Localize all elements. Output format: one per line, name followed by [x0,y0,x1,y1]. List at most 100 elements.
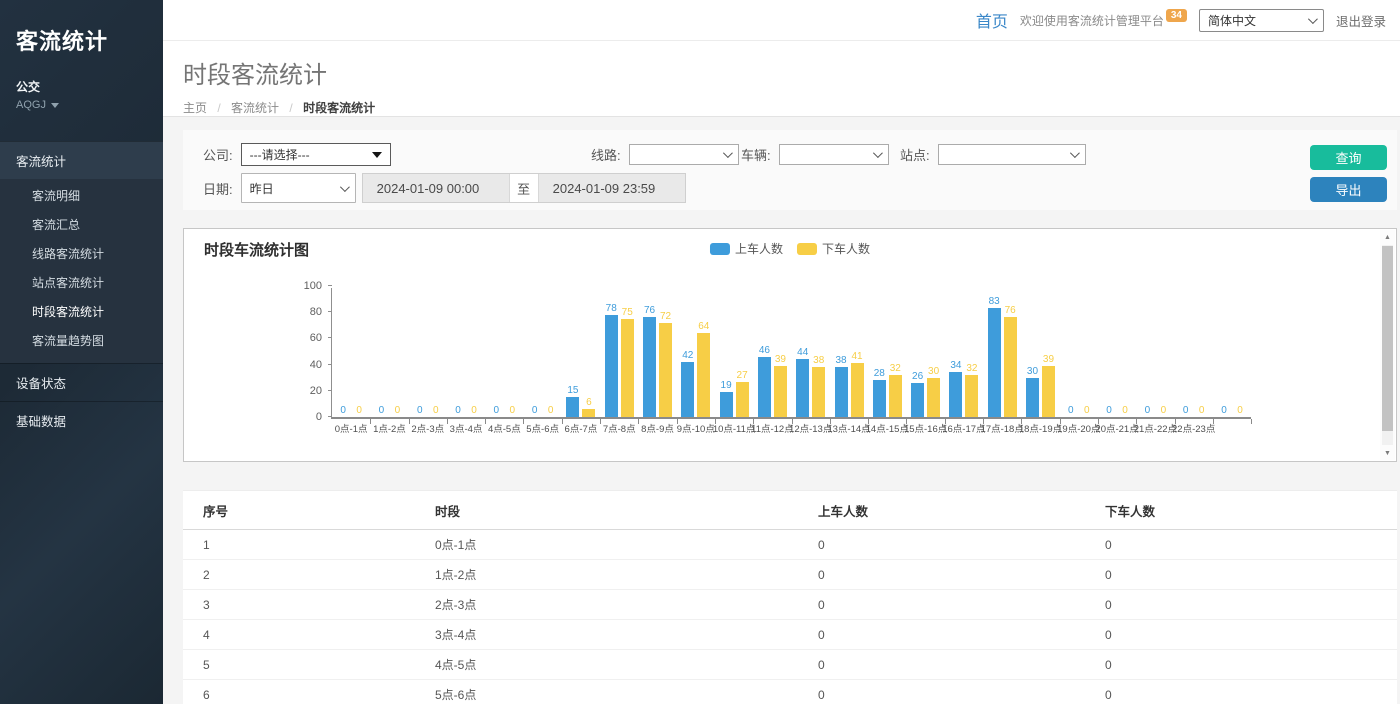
bar-alighting[interactable] [927,378,940,417]
bar-alighting[interactable] [851,363,864,417]
bar-wrap: 0 [353,405,366,417]
bar-alighting[interactable] [1042,366,1055,417]
filter-panel: 公司: ---请选择--- 线路: 车辆: [183,130,1397,210]
bar-value-label: 78 [606,303,617,314]
bar-wrap: 0 [1195,405,1208,417]
sidebar-item-时段客流统计[interactable]: 时段客流统计 [0,297,163,326]
sidebar-section-passenger-stats[interactable]: 客流统计 [0,141,163,179]
bar-boarding[interactable] [643,317,656,417]
legend-item-下车人数[interactable]: 下车人数 [797,240,870,257]
sidebar-section-device-status[interactable]: 设备状态 [0,363,163,401]
scroll-down-icon[interactable]: ▼ [1380,446,1395,460]
x-axis-label: 17点-18点 [981,421,1024,435]
bar-boarding[interactable] [796,359,809,417]
chart-category: 000点-1点 [332,288,370,417]
page-header: 时段客流统计 主页 / 客流统计 / 时段客流统计 [163,41,1400,117]
scrollbar-thumb[interactable] [1382,246,1393,431]
x-axis-label: 20点-21点 [1095,421,1138,435]
notification-badge[interactable]: 34 [1166,9,1187,22]
bar-wrap: 38 [835,355,848,417]
bar-wrap: 6 [582,397,595,417]
bar-value-label: 39 [775,354,786,365]
bar-alighting[interactable] [697,333,710,417]
line-select[interactable] [629,144,739,165]
bar-value-label: 38 [813,355,824,366]
bar-alighting[interactable] [812,367,825,417]
bar-value-label: 0 [1122,405,1128,416]
station-select[interactable] [938,144,1086,165]
bar-pair: 00 [370,288,408,417]
x-axis-label: 1点-2点 [373,421,406,435]
bar-wrap: 0 [1103,405,1116,417]
breadcrumb-passenger-stats[interactable]: 客流统计 [231,101,279,115]
chart-category: 343216点-17点 [945,288,983,417]
bar-alighting[interactable] [889,375,902,417]
station-label: 站点: [900,145,930,164]
bar-boarding[interactable] [911,383,924,417]
sidebar-section-base-data[interactable]: 基础数据 [0,401,163,439]
bar-pair: 2832 [868,288,906,417]
chart-category: 0020点-21点 [1098,288,1136,417]
y-axis-tick-mark [328,285,332,286]
chevron-down-icon [1308,14,1318,24]
bar-wrap: 30 [927,366,940,417]
bar-boarding[interactable] [873,380,886,417]
bar-value-label: 30 [1027,366,1038,377]
bar-boarding[interactable] [681,362,694,417]
bar-value-label: 0 [395,405,401,416]
bar-alighting[interactable] [736,382,749,417]
date-preset-select[interactable]: 昨日 [241,173,356,203]
bar-wrap: 0 [544,405,557,417]
bar-wrap: 39 [774,354,787,417]
page-title: 时段客流统计 [183,55,1400,90]
bar-wrap: 0 [528,405,541,417]
sidebar-item-客流汇总[interactable]: 客流汇总 [0,210,163,239]
legend-label: 上车人数 [735,240,783,257]
bar-boarding[interactable] [988,308,1001,417]
bar-boarding[interactable] [605,315,618,417]
data-table-panel: 序号时段上车人数下车人数 10点-1点0021点-2点0032点-3点0043点… [183,490,1397,704]
sidebar-item-客流明细[interactable]: 客流明细 [0,181,163,210]
bar-wrap: 0 [1119,405,1132,417]
bar-wrap: 76 [643,305,656,417]
bar-alighting[interactable] [659,323,672,417]
bar-alighting[interactable] [621,319,634,417]
org-code-dropdown[interactable]: AQGJ [0,95,163,111]
x-axis-label: 2点-3点 [411,421,444,435]
chart-panel: 时段车流统计图 上车人数下车人数 020406080100000点-1点001点… [183,228,1397,462]
logout-link[interactable]: 退出登录 [1336,11,1386,30]
table-cell: 4 [183,620,415,650]
bar-boarding[interactable] [949,372,962,417]
bar-boarding[interactable] [566,397,579,417]
company-select[interactable]: ---请选择--- [241,143,391,166]
scroll-up-icon[interactable]: ▲ [1380,230,1395,244]
bar-alighting[interactable] [965,375,978,417]
vehicle-select[interactable] [779,144,889,165]
bar-alighting[interactable] [582,409,595,417]
start-datetime-input[interactable]: 2024-01-09 00:00 [363,174,509,202]
export-button[interactable]: 导出 [1310,177,1387,202]
chart-scrollbar[interactable]: ▲ ▼ [1380,230,1395,460]
x-axis-label: 5点-6点 [526,421,559,435]
table-cell: 5 [183,650,415,680]
bar-boarding[interactable] [720,392,733,417]
bar-alighting[interactable] [774,366,787,417]
table-cell: 1点-2点 [415,560,798,590]
home-link[interactable]: 首页 [976,8,1008,32]
bar-pair: 7672 [638,288,676,417]
bar-boarding[interactable] [835,367,848,417]
bar-value-label: 76 [644,305,655,316]
bar-value-label: 38 [835,355,846,366]
language-select[interactable]: 简体中文 [1199,9,1324,32]
end-datetime-input[interactable]: 2024-01-09 23:59 [539,174,685,202]
sidebar-item-站点客流统计[interactable]: 站点客流统计 [0,268,163,297]
sidebar-item-客流量趋势图[interactable]: 客流量趋势图 [0,326,163,355]
bar-alighting[interactable] [1004,317,1017,417]
bar-boarding[interactable] [1026,378,1039,417]
bar-boarding[interactable] [758,357,771,417]
legend-item-上车人数[interactable]: 上车人数 [710,240,783,257]
sidebar-item-线路客流统计[interactable]: 线路客流统计 [0,239,163,268]
breadcrumb-home[interactable]: 主页 [183,101,207,115]
table-column-header: 上车人数 [798,491,1085,530]
query-button[interactable]: 查询 [1310,145,1387,170]
